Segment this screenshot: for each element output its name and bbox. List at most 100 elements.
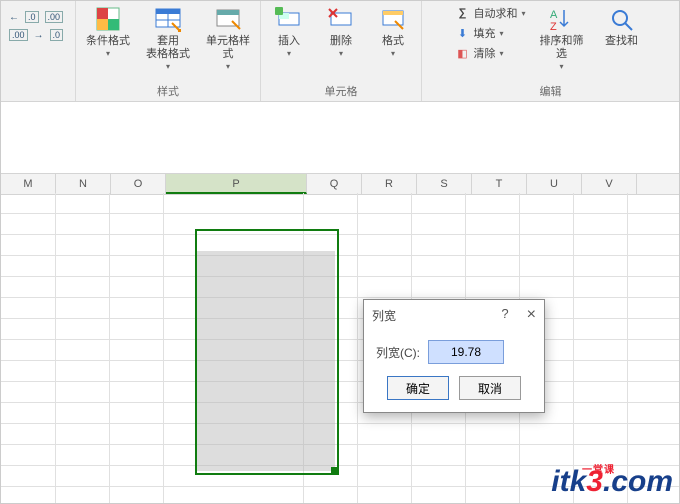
group-label: 编辑 [540, 81, 562, 99]
format-as-table-button[interactable]: 套用 表格格式 ▾ [144, 5, 192, 71]
button-label: 格式 [382, 35, 404, 48]
grid-row [1, 214, 679, 235]
decimal-sample-icon: .00 [9, 29, 28, 41]
eraser-icon: ◧ [456, 46, 470, 60]
grid-row [1, 445, 679, 466]
conditional-formatting-icon [94, 5, 122, 33]
grid-row [1, 277, 679, 298]
delete-cells-icon [327, 5, 355, 33]
cell-styles-button[interactable]: 单元格样式 ▾ [204, 5, 252, 71]
chevron-down-icon: ▾ [560, 62, 564, 71]
column-header-N[interactable]: N [56, 174, 111, 194]
svg-text:A: A [550, 9, 558, 21]
number-format-controls: ← .0 .00 .00 → .0 [3, 5, 69, 47]
conditional-formatting-button[interactable]: 条件格式 ▾ [84, 5, 132, 58]
insert-cells-icon [275, 5, 303, 33]
button-label: 清除 [474, 45, 496, 61]
decrease-decimal-button[interactable]: .00 → .0 [9, 29, 63, 41]
button-label: 套用 表格格式 [146, 35, 190, 61]
cancel-button[interactable]: 取消 [459, 376, 521, 400]
format-cells-icon [379, 5, 407, 33]
column-header-O[interactable]: O [111, 174, 166, 194]
search-icon [608, 5, 636, 33]
clear-button[interactable]: ◧ 清除 ▾ [456, 45, 526, 61]
chevron-down-icon: ▾ [500, 49, 504, 58]
button-label: 插入 [278, 35, 300, 48]
sort-filter-button[interactable]: AZ 排序和筛选 ▾ [538, 5, 586, 71]
column-header-R[interactable]: R [362, 174, 417, 194]
ok-button[interactable]: 确定 [387, 376, 449, 400]
group-cells: 插入 ▾ 删除 ▾ 格式 ▾ 单元格 [261, 1, 422, 101]
grid-rows [1, 193, 679, 503]
fill-button[interactable]: ⬇ 填充 ▾ [456, 25, 526, 41]
dialog-help-button[interactable]: ? [501, 306, 508, 324]
chevron-down-icon: ▾ [226, 62, 230, 71]
column-header-U[interactable]: U [527, 174, 582, 194]
grid-row [1, 382, 679, 403]
increase-decimal-button[interactable]: ← .0 .00 [9, 11, 63, 23]
chevron-down-icon: ▾ [522, 9, 526, 18]
arrow-right-icon: → [34, 30, 44, 41]
chevron-down-icon: ▾ [106, 49, 110, 58]
editing-mini-column: ∑ 自动求和 ▾ ⬇ 填充 ▾ ◧ 清除 ▾ [456, 5, 526, 61]
group-number: ← .0 .00 .00 → .0 [1, 1, 76, 101]
find-select-button[interactable]: 查找和 [598, 5, 646, 48]
grid-row [1, 340, 679, 361]
sigma-icon: ∑ [456, 6, 470, 20]
button-label: 条件格式 [86, 35, 130, 48]
column-header-P[interactable]: P [166, 174, 307, 194]
button-label: 删除 [330, 35, 352, 48]
decimal-sample-icon: .0 [25, 11, 39, 23]
grid-row [1, 424, 679, 445]
arrow-left-icon: ← [9, 12, 19, 23]
group-label: 单元格 [325, 81, 358, 99]
column-header-Q[interactable]: Q [307, 174, 362, 194]
grid-row [1, 193, 679, 214]
ribbon: ← .0 .00 .00 → .0 条件格式 [1, 1, 679, 102]
button-label: 查找和 [605, 35, 638, 48]
chevron-down-icon: ▾ [339, 49, 343, 58]
selection-fill-handle[interactable] [331, 467, 337, 473]
sort-filter-icon: AZ [548, 5, 576, 33]
chevron-down-icon: ▾ [500, 29, 504, 38]
selection-shade [197, 251, 335, 471]
autosum-button[interactable]: ∑ 自动求和 ▾ [456, 5, 526, 21]
group-styles: 条件格式 ▾ 套用 表格格式 ▾ 单元格样式 ▾ [76, 1, 261, 101]
button-label: 单元格样式 [204, 35, 252, 61]
delete-button[interactable]: 删除 ▾ [321, 5, 361, 58]
chevron-down-icon: ▾ [287, 49, 291, 58]
group-label: 样式 [157, 81, 179, 99]
svg-text:Z: Z [550, 21, 557, 32]
decimal-sample-icon: .0 [50, 29, 64, 41]
spreadsheet[interactable]: MNOPQRSTUV 列宽 ? × 列宽(C): 确定 取消 [1, 133, 679, 503]
column-header-V[interactable]: V [582, 174, 637, 194]
fill-down-icon: ⬇ [456, 26, 470, 40]
chevron-down-icon: ▾ [391, 49, 395, 58]
button-label: 填充 [474, 25, 496, 41]
dialog-field-label: 列宽(C): [376, 344, 420, 361]
grid-row [1, 319, 679, 340]
insert-button[interactable]: 插入 ▾ [269, 5, 309, 58]
grid-row [1, 361, 679, 382]
group-editing: ∑ 自动求和 ▾ ⬇ 填充 ▾ ◧ 清除 ▾ [422, 1, 679, 101]
watermark-sub: 一堂课 [582, 461, 615, 476]
grid-row [1, 235, 679, 256]
decimal-sample-icon: .00 [45, 11, 64, 23]
button-label: 排序和筛选 [538, 35, 586, 61]
column-header-T[interactable]: T [472, 174, 527, 194]
button-label: 自动求和 [474, 5, 518, 21]
column-headers[interactable]: MNOPQRSTUV [1, 173, 679, 195]
dialog-close-button[interactable]: × [527, 306, 536, 324]
format-as-table-icon [154, 5, 182, 33]
dialog-title: 列宽 [372, 307, 396, 324]
grid-row [1, 298, 679, 319]
grid-row [1, 403, 679, 424]
format-button[interactable]: 格式 ▾ [373, 5, 413, 58]
cell-styles-icon [214, 5, 242, 33]
column-header-S[interactable]: S [417, 174, 472, 194]
column-width-input[interactable] [428, 340, 504, 364]
grid-row [1, 256, 679, 277]
watermark: 一堂课 itk3.com [551, 465, 673, 499]
column-width-dialog: 列宽 ? × 列宽(C): 确定 取消 [363, 299, 545, 413]
column-header-M[interactable]: M [1, 174, 56, 194]
